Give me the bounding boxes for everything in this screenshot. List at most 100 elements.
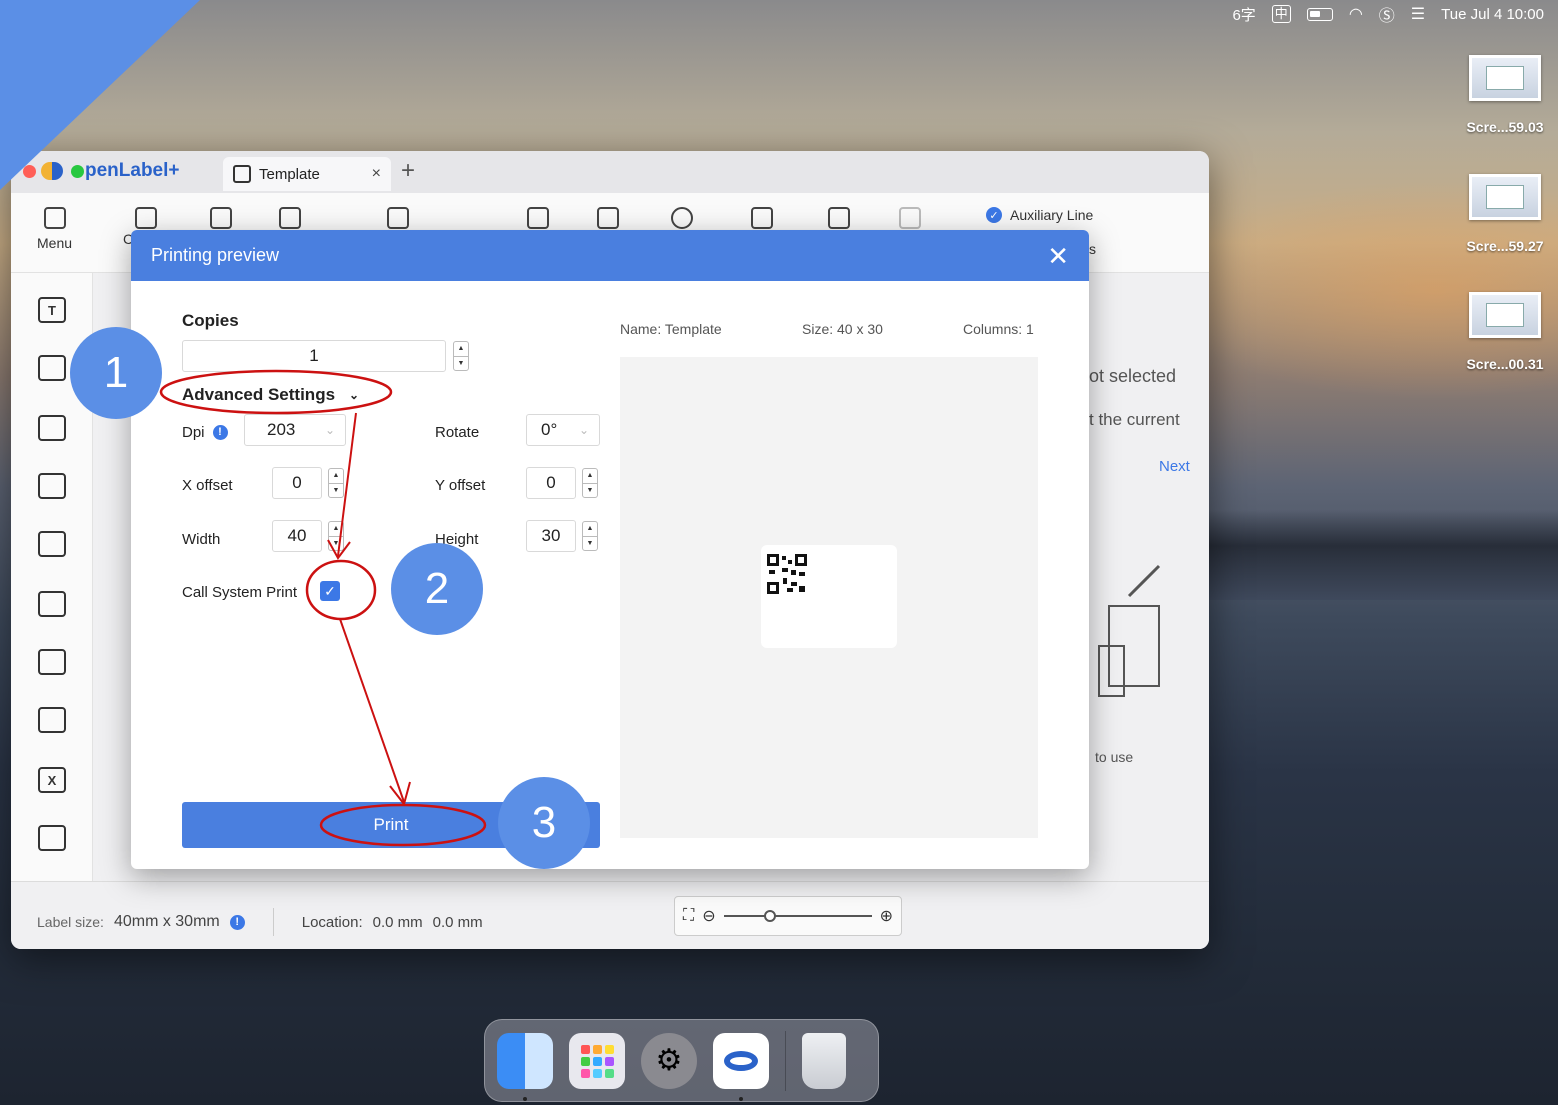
menu-bar: 6字 中 ◠ Ⓢ ☰ Tue Jul 4 10:00 [0, 0, 1558, 28]
stamp-tool-icon[interactable] [38, 531, 66, 557]
location-caption: Location: [301, 913, 363, 931]
auxiliary-line-toggle[interactable]: ✓ Auxiliary Line [986, 207, 1093, 223]
desktop-file-label: Scre...59.03 [1466, 119, 1544, 135]
excel-tool-icon[interactable]: X [38, 767, 66, 793]
chevron-down-icon: ⌄ [578, 423, 589, 437]
y-offset-input[interactable]: 0 [526, 467, 576, 499]
add-page-icon [527, 207, 549, 229]
info-icon[interactable]: ! [212, 425, 228, 440]
stepper-up-icon[interactable]: ▲ [583, 469, 597, 484]
next-link[interactable]: Next [1159, 458, 1190, 475]
desktop-file[interactable]: Scre...59.03 [1460, 55, 1550, 135]
dialog-close-icon[interactable]: ✕ [1047, 243, 1069, 269]
y-offset-stepper[interactable]: ▲ ▼ [582, 468, 598, 498]
preview-columns: Columns: 1 [963, 321, 1034, 337]
desktop-file[interactable]: Scre...00.31 [1460, 292, 1550, 372]
barcode-tool-icon[interactable] [38, 355, 66, 381]
stepper-up-icon[interactable]: ▲ [583, 522, 597, 537]
dialog-title: Printing preview [151, 245, 280, 265]
running-indicator [523, 1096, 527, 1101]
ime-icon[interactable]: 中 [1271, 5, 1291, 23]
rotate-select[interactable]: 0° ⌄ [526, 414, 600, 446]
rotate-value: 0° [541, 420, 558, 439]
stepper-down-icon[interactable]: ▼ [454, 357, 468, 371]
desktop-file[interactable]: Scre...59.27 [1460, 174, 1550, 254]
stepper-up-icon[interactable]: ▲ [329, 522, 343, 537]
table-tool-icon[interactable] [38, 825, 66, 851]
new-icon [135, 207, 157, 229]
zoom-control: ⛶ ⊖ ⊕ [674, 896, 902, 936]
step-badge: 2 [391, 543, 483, 635]
clock-tool-icon[interactable] [38, 591, 66, 617]
stepper-down-icon[interactable]: ▼ [329, 484, 343, 498]
tab-template[interactable]: Template × [223, 157, 391, 191]
shape-tool-icon[interactable] [38, 707, 66, 733]
height-input[interactable]: 30 [526, 520, 576, 552]
dpi-value: 203 [267, 420, 296, 439]
menubar-clock[interactable]: Tue Jul 4 10:00 [1441, 6, 1544, 23]
stepper-down-icon[interactable]: ▼ [583, 537, 597, 551]
x-offset-stepper[interactable]: ▲ ▼ [328, 468, 344, 498]
qrcode-tool-icon[interactable] [38, 415, 66, 441]
copies-stepper[interactable]: ▲ ▼ [453, 341, 469, 371]
width-label: Width [182, 531, 221, 548]
dpi-label-group: Dpi ! [182, 424, 228, 441]
menu-grid-icon [43, 207, 66, 229]
step-badge: 1 [70, 327, 162, 419]
checkmark-icon: ✓ [324, 582, 336, 599]
stepper-down-icon[interactable]: ▼ [329, 537, 343, 551]
openlabel-app-icon[interactable] [713, 1032, 769, 1101]
wifi-icon[interactable]: ◠ [1349, 4, 1363, 24]
zoom-slider-handle[interactable] [763, 910, 776, 922]
height-stepper[interactable]: ▲ ▼ [582, 521, 598, 551]
tab-close-icon[interactable]: × [372, 165, 381, 183]
label-preview [761, 545, 897, 648]
zoom-in-icon[interactable]: ⊕ [880, 906, 893, 926]
battery-icon[interactable] [1306, 7, 1333, 21]
dpi-select[interactable]: 203 ⌄ [244, 414, 346, 446]
copies-label: Copies [182, 311, 239, 330]
trash-icon[interactable] [802, 1032, 846, 1089]
width-input[interactable]: 40 [272, 520, 322, 552]
advanced-settings-toggle[interactable]: Advanced Settings ⌄ [182, 385, 359, 405]
add-tab-button[interactable]: + [401, 157, 415, 185]
stepper-up-icon[interactable]: ▲ [329, 469, 343, 484]
template-icon [233, 165, 251, 183]
screenshot-thumbnail [1469, 292, 1541, 338]
running-indicator [739, 1096, 743, 1101]
auxiliary-line-label: Auxiliary Line [1010, 207, 1094, 223]
screenshot-thumbnail [1469, 174, 1541, 220]
fit-screen-icon[interactable]: ⛶ [683, 907, 694, 925]
control-center-icon[interactable]: ☰ [1411, 4, 1425, 24]
preview-size: Size: 40 x 30 [802, 321, 883, 337]
location-y: 0.0 mm [432, 913, 483, 931]
sogou-icon[interactable]: Ⓢ [1379, 2, 1395, 26]
wallpaper-shore [1150, 510, 1558, 600]
not-selected-text: ot selected [1089, 366, 1177, 386]
menu-button[interactable]: Menu [37, 207, 72, 251]
redo-icon [899, 207, 921, 229]
copies-input[interactable]: 1 [182, 340, 446, 372]
check-circle-icon: ✓ [986, 207, 1002, 223]
info-icon[interactable]: ! [229, 914, 245, 930]
width-stepper[interactable]: ▲ ▼ [328, 521, 344, 551]
ime-count[interactable]: 6字 [1232, 4, 1255, 25]
launchpad-icon[interactable] [569, 1032, 625, 1089]
line-tool-icon[interactable] [38, 649, 66, 675]
image-tool-icon[interactable] [38, 473, 66, 499]
desktop-file-label: Scre...00.31 [1466, 356, 1544, 372]
dpi-label: Dpi [182, 424, 205, 441]
stepper-down-icon[interactable]: ▼ [583, 484, 597, 498]
screenshot-thumbnail [1469, 55, 1541, 101]
finder-icon[interactable] [497, 1032, 553, 1101]
menu-label: Menu [37, 235, 73, 251]
zoom-slider[interactable] [723, 910, 872, 922]
advanced-settings-label: Advanced Settings [182, 385, 336, 404]
text-tool-icon[interactable]: T [38, 297, 66, 323]
stepper-up-icon[interactable]: ▲ [454, 342, 468, 357]
dialog-header: Printing preview ✕ [131, 230, 1089, 281]
system-print-checkbox[interactable]: ✓ [320, 581, 340, 601]
zoom-out-icon[interactable]: ⊖ [702, 906, 715, 926]
x-offset-input[interactable]: 0 [272, 467, 322, 499]
system-settings-icon[interactable]: ⚙ [641, 1032, 697, 1089]
